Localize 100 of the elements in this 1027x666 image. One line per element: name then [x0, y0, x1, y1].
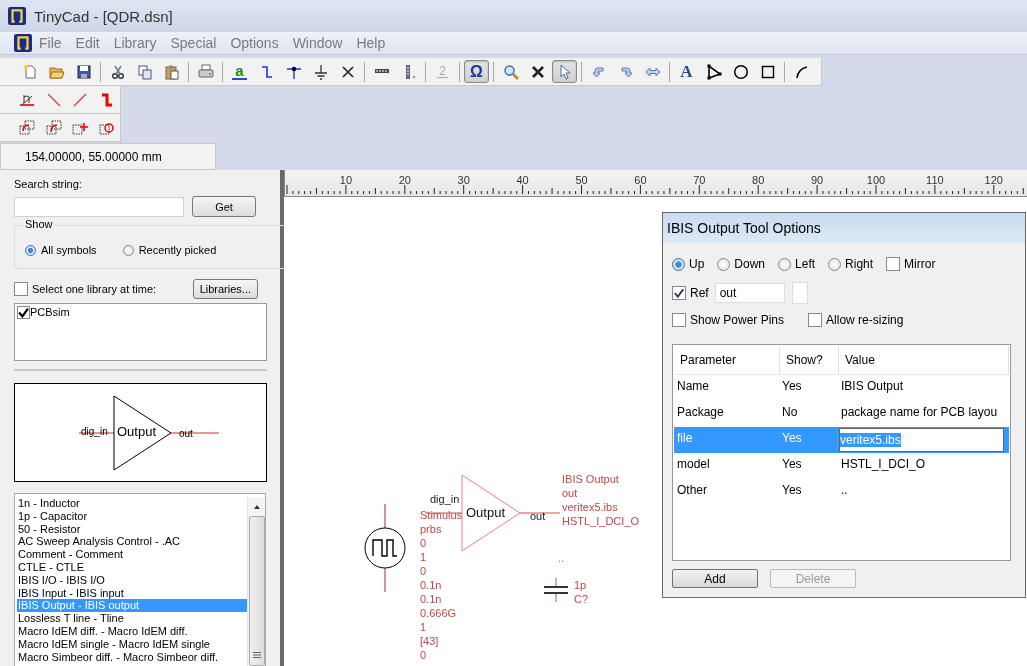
libraries-button[interactable]: Libraries... — [192, 279, 258, 299]
attribute-text: IBIS Output — [562, 472, 620, 486]
ruler-label: 10 — [338, 174, 353, 186]
checkmark-icon — [673, 287, 685, 299]
radio-button[interactable]: Recently picked — [122, 244, 217, 256]
coordinates-field: 154.00000, 55.00000 mm — [0, 143, 216, 170]
dialog-title: IBIS Output Tool Options — [667, 220, 821, 236]
list-item[interactable]: 1p - Capacitor — [17, 509, 247, 523]
grip-icon — [252, 651, 261, 659]
table-cell-text: model — [676, 456, 711, 473]
ruler-label: 40 — [515, 174, 530, 186]
attribute-text: .. — [558, 552, 565, 564]
list-item[interactable]: Comment - Comment — [17, 548, 247, 561]
table-cell-text: package name for PCB layou — [840, 404, 999, 421]
pin-label: dig_in — [81, 426, 108, 437]
scroll-thumb[interactable] — [248, 516, 265, 666]
parameter-text: Stimulus — [420, 508, 463, 522]
parameter-text: prbs — [420, 522, 443, 536]
table-cell-text: Other — [676, 482, 708, 499]
list-item[interactable]: 1n - Inductor — [17, 497, 247, 510]
parameter-text: 0.1n — [420, 578, 443, 592]
parameter-text: 0.666G — [420, 606, 458, 620]
attribute-text: veritex5.ibs — [562, 500, 619, 514]
pin-label: out — [530, 510, 546, 522]
list-item[interactable]: CTLE - CTLE — [17, 561, 247, 574]
table-cell: file — [674, 427, 780, 453]
table-cell-text: No — [781, 404, 799, 421]
list-item[interactable]: IBIS Input - IBIS input — [17, 586, 247, 600]
ruler-label: 30 — [456, 174, 471, 186]
table-cell-text: .. — [840, 482, 849, 499]
label-tool[interactable]: a — [227, 60, 252, 83]
parameter-text: 0.1n — [420, 592, 443, 606]
scrollbar[interactable] — [247, 497, 265, 666]
text-tool[interactable]: A — [674, 60, 699, 83]
pin-label: dig_in — [430, 493, 460, 506]
parameter-text: [43] — [420, 634, 440, 648]
checkbox[interactable]: Show Power Pins — [672, 313, 785, 327]
ruler-label: 50 — [574, 174, 589, 186]
ruler-label: 60 — [633, 174, 648, 186]
ruler-label: 100 — [865, 174, 887, 186]
app-icon[interactable] — [14, 34, 32, 52]
list-item[interactable]: AC Sweep Analysis Control - .AC — [17, 535, 247, 549]
table-cell: Yes — [780, 427, 839, 453]
column-header[interactable]: Value — [839, 346, 1009, 374]
menu-item[interactable]: Options — [223, 35, 286, 51]
component-value: 1p — [574, 578, 588, 592]
radio-button[interactable]: Up — [672, 257, 705, 271]
list-item[interactable]: IBIS I/O - IBIS I/O — [17, 573, 247, 587]
table-cell-text: IBIS Output — [840, 378, 905, 395]
list-item[interactable]: Macro Simbeor diff. - Macro Simbeor diff. — [17, 650, 247, 664]
checkbox[interactable]: Allow re-sizing — [808, 313, 904, 327]
component-reference: C? — [574, 592, 589, 606]
search-field[interactable] — [14, 196, 184, 217]
pin-label: out — [179, 428, 193, 439]
app-icon — [8, 7, 26, 25]
column-header[interactable]: Show? — [780, 346, 839, 374]
input-field[interactable] — [791, 282, 808, 304]
dialog-button[interactable]: Add — [672, 569, 758, 588]
parameter-text: 1 — [420, 550, 428, 564]
menu-item[interactable]: Special — [163, 35, 224, 51]
parameter-text: 1 — [420, 620, 428, 634]
column-header[interactable]: Parameter — [674, 346, 780, 374]
ruler-label: 80 — [751, 174, 766, 186]
checkbox[interactable]: Ref — [672, 286, 709, 300]
table-cell-text: Yes — [781, 456, 803, 473]
symbol-tool[interactable]: Ω — [464, 60, 489, 83]
menu-item[interactable]: Edit — [68, 35, 107, 51]
attribute-text: out — [562, 486, 579, 500]
list-item[interactable]: Lossless T line - Tline — [17, 612, 247, 625]
ruler-label: 110 — [925, 174, 945, 186]
radio-button[interactable]: Right — [828, 257, 874, 271]
menu-item[interactable]: File — [32, 35, 69, 51]
checkbox-item[interactable]: PCBsim — [17, 306, 264, 319]
menu-item[interactable]: Help — [349, 35, 393, 51]
scroll-up-icon[interactable] — [252, 504, 261, 510]
table-cell-text: HSTL_I_DCI_O — [840, 456, 927, 473]
parameter-text: 0 — [420, 536, 428, 550]
parameter-text: 0 — [420, 648, 428, 662]
group-label: Show — [23, 218, 55, 230]
menu-item[interactable]: Window — [285, 35, 350, 51]
list-item[interactable]: 50 - Resistor — [17, 522, 247, 536]
get-button[interactable]: Get — [192, 196, 256, 217]
ruler-label: 120 — [983, 174, 1004, 186]
table-cell-text: Name — [676, 378, 710, 395]
checkbox[interactable]: Select one library at time: — [14, 282, 157, 296]
list-item[interactable]: Macro IdEM diff. - Macro IdEM diff. — [17, 624, 247, 638]
radio-button[interactable]: All symbols — [25, 244, 97, 256]
ruler-label: 90 — [809, 174, 825, 186]
parameter-text: 0 — [420, 564, 428, 578]
attribute-text: HSTL_I_DCI_O — [562, 514, 640, 528]
list-item[interactable]: Macro IdEM single - Macro IdEM single — [17, 637, 247, 651]
capacitor-drawing — [543, 578, 569, 602]
reference-field[interactable]: out — [714, 283, 785, 303]
radio-button[interactable]: Down — [717, 257, 766, 271]
radio-button[interactable]: Left — [778, 257, 816, 271]
ruler-label: 70 — [692, 174, 707, 186]
menu-item[interactable]: Library — [106, 35, 164, 51]
symbol-label: Output — [117, 424, 157, 439]
ruler-label: 20 — [397, 174, 412, 186]
checkbox[interactable]: Mirror — [886, 257, 936, 271]
